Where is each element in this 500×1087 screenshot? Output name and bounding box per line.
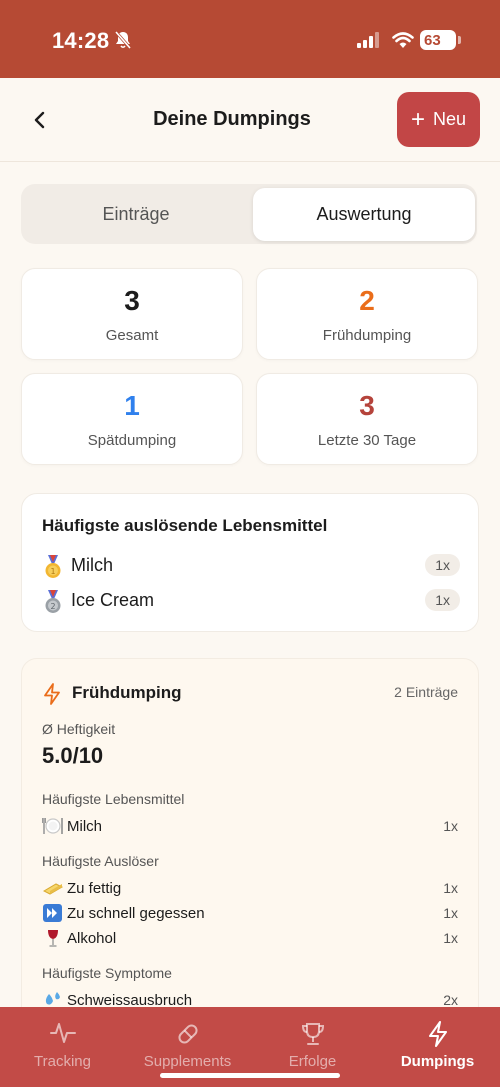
symptoms-label: Häufigste Symptome: [42, 965, 172, 981]
trigger-name: Alkohol: [67, 930, 117, 947]
lightning-icon: [428, 1021, 447, 1047]
battery-level: 63: [424, 31, 441, 49]
view-segmented-control: Einträge Auswertung: [21, 184, 477, 244]
segment-entries[interactable]: Einträge: [25, 188, 247, 241]
bell-muted-icon: [114, 31, 132, 49]
trigger-foods-card: Häufigste auslösende Lebensmittel 1 Milc…: [21, 493, 479, 632]
tab-label: Tracking: [34, 1053, 91, 1070]
food-name: Ice Cream: [71, 590, 155, 610]
stat-label: Spätdumping: [87, 432, 177, 449]
activity-icon: [49, 1023, 76, 1043]
tab-label: Supplements: [143, 1053, 232, 1070]
list-item: Zu fettig 1x: [42, 879, 458, 899]
lightning-icon: [44, 683, 60, 705]
trigger-count: 1x: [443, 905, 458, 921]
trigger-name: Zu schnell gegessen: [67, 905, 205, 922]
trigger-count: 1x: [443, 880, 458, 896]
butter-icon: [42, 883, 64, 895]
trigger-count: 1x: [443, 930, 458, 946]
food-name: Milch: [67, 818, 103, 835]
list-item: 2 Ice Cream 1x: [42, 589, 460, 613]
list-item: Alkohol 1x: [42, 929, 458, 949]
stat-value: 3: [124, 285, 140, 316]
stat-label: Gesamt: [105, 327, 159, 344]
silver-medal-icon: 2: [45, 590, 61, 613]
early-dumping-title: Frühdumping: [72, 683, 182, 702]
home-indicator: [160, 1073, 340, 1078]
pill-icon: [177, 1024, 198, 1044]
stat-label: Letzte 30 Tage: [317, 432, 417, 449]
stat-label: Frühdumping: [322, 327, 412, 344]
gold-medal-icon: 1: [45, 555, 61, 578]
wine-glass-icon: [48, 930, 58, 947]
count-badge: 1x: [425, 589, 460, 611]
plus-icon: +: [410, 105, 425, 133]
list-item: Milch 1x: [42, 817, 458, 837]
trigger-name: Zu fettig: [67, 880, 122, 897]
list-item: Zu schnell gegessen 1x: [42, 904, 458, 924]
stat-card-total: 3 Gesamt: [21, 268, 243, 360]
new-entry-label: Neu: [432, 109, 467, 129]
segment-analysis[interactable]: Auswertung: [253, 188, 475, 241]
battery-cap: [458, 36, 461, 44]
battery-icon: 63: [420, 30, 456, 50]
tab-tracking[interactable]: Tracking: [0, 1007, 125, 1087]
status-bar: 14:28 63: [0, 0, 500, 78]
signal-icon: [357, 32, 379, 48]
trophy-icon: [301, 1023, 324, 1045]
tab-label: Erfolge: [288, 1053, 337, 1070]
tab-dumpings[interactable]: Dumpings: [375, 1007, 500, 1087]
stat-value: 3: [359, 390, 375, 421]
trigger-foods-title: Häufigste auslösende Lebensmittel: [42, 516, 328, 535]
stat-value: 1: [124, 390, 140, 421]
count-badge: 1x: [425, 554, 460, 576]
foods-label: Häufigste Lebensmittel: [42, 791, 185, 807]
symptom-count: 2x: [443, 992, 458, 1008]
svg-text:2: 2: [50, 602, 55, 611]
stat-card-early-dumping: 2 Frühdumping: [256, 268, 478, 360]
status-time: 14:28: [52, 28, 110, 53]
fast-forward-icon: [43, 904, 62, 922]
wifi-icon: [392, 32, 414, 48]
tab-label: Dumpings: [400, 1053, 475, 1070]
plate-icon: [42, 818, 63, 834]
triggers-label: Häufigste Auslöser: [42, 853, 159, 869]
navigation-bar: Deine Dumpings + Neu: [0, 78, 500, 162]
stat-card-last-30-days: 3 Letzte 30 Tage: [256, 373, 478, 465]
new-entry-button[interactable]: + Neu: [397, 92, 480, 147]
food-name: Milch: [71, 555, 114, 575]
stat-value: 2: [359, 285, 375, 316]
page-title: Deine Dumpings: [153, 108, 311, 130]
early-dumping-count: 2 Einträge: [394, 684, 458, 700]
svg-text:1: 1: [50, 567, 55, 576]
stat-card-late-dumping: 1 Spätdumping: [21, 373, 243, 465]
severity-label: Ø Heftigkeit: [42, 721, 116, 737]
food-count: 1x: [443, 818, 458, 834]
severity-value: 5.0/10: [42, 743, 104, 768]
list-item: 1 Milch 1x: [42, 554, 460, 578]
